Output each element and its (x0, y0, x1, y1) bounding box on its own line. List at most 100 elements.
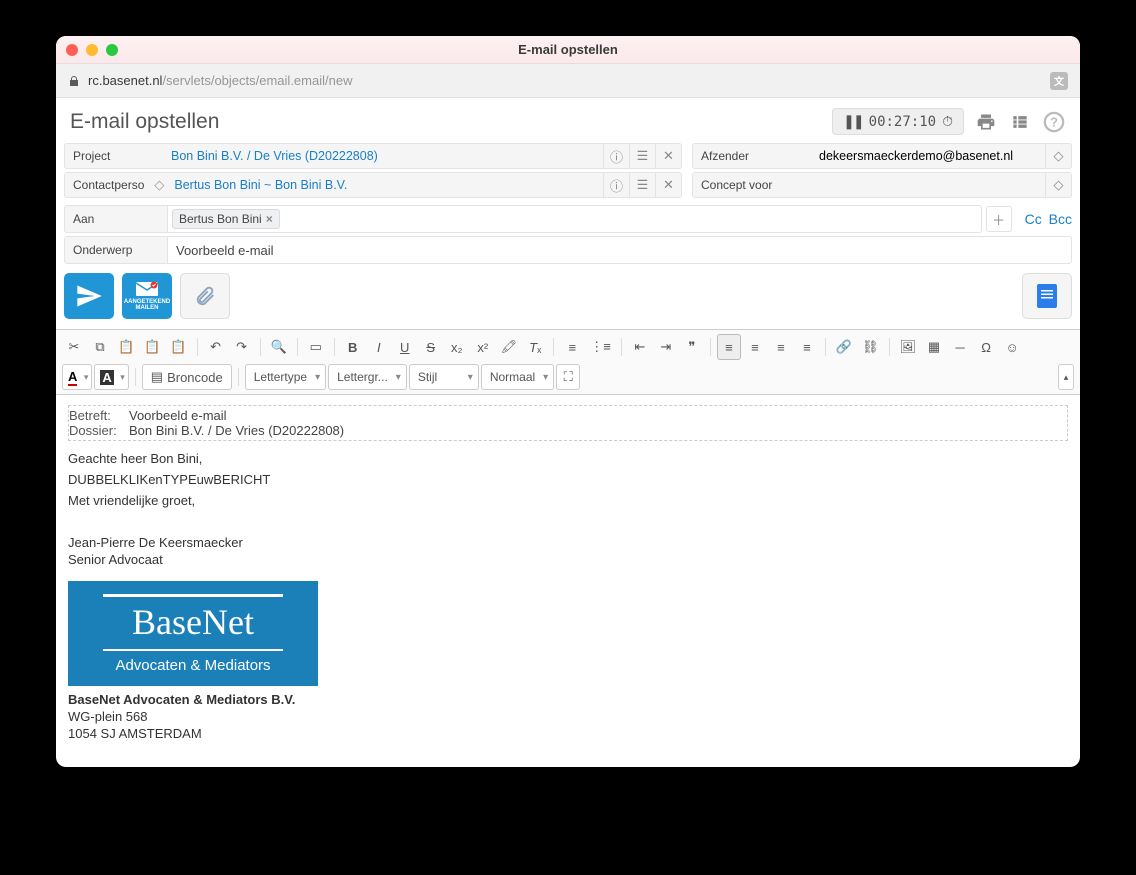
highlight-button[interactable]: 🖍 (497, 334, 522, 360)
project-clear-icon[interactable]: ✕ (655, 144, 681, 168)
from-label: Afzender (693, 149, 813, 163)
help-button[interactable]: ? (1042, 110, 1066, 134)
to-row: Aan Bertus Bon Bini × ＋ Cc Bcc (56, 205, 1080, 233)
app-window: E-mail opstellen rc.basenet.nl/servlets/… (56, 36, 1080, 767)
cut-button[interactable]: ✂ (62, 334, 86, 360)
bcc-link[interactable]: Bcc (1049, 211, 1072, 227)
cc-link[interactable]: Cc (1025, 211, 1042, 227)
source-button[interactable]: ▤ Broncode (142, 364, 232, 390)
contact-field: Contactperso ◇ Bertus Bon Bini ~ Bon Bin… (64, 172, 682, 198)
pause-icon: ❚❚ (843, 113, 862, 130)
styles-dropdown[interactable]: Stijl (409, 364, 479, 390)
draft-for-field: Concept voor ◇ (692, 172, 1072, 198)
lock-icon (68, 75, 80, 87)
align-center-button[interactable]: ≡ (743, 334, 767, 360)
draft-label: Concept voor (693, 178, 813, 192)
list-button[interactable] (1008, 110, 1032, 134)
collapse-toolbar-button[interactable]: ▴ (1058, 364, 1074, 390)
print-button[interactable] (974, 110, 998, 134)
bg-color-button[interactable]: A (94, 364, 128, 390)
italic-button[interactable]: I (367, 334, 391, 360)
table-button[interactable]: ▦ (922, 334, 946, 360)
paste-text-button[interactable]: 📋 (140, 334, 164, 360)
paste-word-button[interactable]: 📋 (166, 334, 190, 360)
link-button[interactable]: 🔗 (832, 334, 856, 360)
to-label: Aan (64, 205, 168, 233)
template-button[interactable] (1022, 273, 1072, 319)
timer-widget[interactable]: ❚❚ 00:27:10 ⏱ (832, 108, 964, 135)
align-right-button[interactable]: ≡ (769, 334, 793, 360)
send-button[interactable] (64, 273, 114, 319)
body-meta-table: Betreft:Voorbeeld e-mail Dossier:Bon Bin… (68, 405, 1068, 441)
titlebar: E-mail opstellen (56, 36, 1080, 64)
numbered-list-button[interactable]: ≡ (560, 334, 584, 360)
registered-mail-button[interactable]: AANGETEKEND MAILEN (122, 273, 172, 319)
recipient-chip[interactable]: Bertus Bon Bini × (172, 209, 280, 229)
from-value[interactable]: dekeersmaeckerdemo@basenet.nl (813, 149, 1045, 163)
project-field: Project Bon Bini B.V. / De Vries (D20222… (64, 143, 682, 169)
translate-icon[interactable]: 文 (1050, 72, 1068, 90)
contact-menu-icon[interactable]: ☰ (629, 173, 655, 197)
attachment-button[interactable] (180, 273, 230, 319)
outdent-button[interactable]: ⇤ (628, 334, 652, 360)
action-buttons: AANGETEKEND MAILEN (56, 267, 1080, 329)
email-body-editor[interactable]: Betreft:Voorbeeld e-mail Dossier:Bon Bin… (56, 395, 1080, 767)
clear-format-button[interactable]: Tₓ (523, 334, 547, 360)
strike-button[interactable]: S (419, 334, 443, 360)
source-icon: ▤ (151, 369, 163, 385)
url-text[interactable]: rc.basenet.nl/servlets/objects/email.ema… (88, 73, 352, 88)
contact-type-dropdown[interactable]: ◇ (150, 177, 168, 193)
bullet-list-button[interactable]: ⋮≡ (586, 334, 615, 360)
font-family-dropdown[interactable]: Lettertype (245, 364, 326, 390)
copy-button[interactable]: ⧉ (88, 334, 112, 360)
project-info-icon[interactable]: ⓘ (603, 144, 629, 168)
paste-button[interactable]: 📋 (114, 334, 138, 360)
align-left-button[interactable]: ≡ (717, 334, 741, 360)
undo-button[interactable]: ↶ (204, 334, 228, 360)
editor-toolbar: ✂ ⧉ 📋 📋 📋 ↶ ↷ 🔍 ▭ B I U S x₂ x² 🖍 Tₓ ≡ ⋮… (56, 329, 1080, 395)
metadata-form: Project Bon Bini B.V. / De Vries (D20222… (56, 143, 1080, 205)
hr-button[interactable]: ─ (948, 334, 972, 360)
to-input[interactable]: Bertus Bon Bini × (168, 205, 982, 233)
page-title: E-mail opstellen (70, 110, 219, 134)
format-dropdown[interactable]: Normaal (481, 364, 554, 390)
draft-dropdown-icon[interactable]: ◇ (1045, 173, 1071, 197)
subject-label: Onderwerp (64, 236, 168, 264)
project-label: Project (65, 149, 165, 163)
page-header: E-mail opstellen ❚❚ 00:27:10 ⏱ ? (56, 98, 1080, 143)
underline-button[interactable]: U (393, 334, 417, 360)
contact-value[interactable]: Bertus Bon Bini ~ Bon Bini B.V. (168, 178, 603, 192)
font-size-dropdown[interactable]: Lettergr... (328, 364, 407, 390)
find-button[interactable]: 🔍 (267, 334, 291, 360)
bold-button[interactable]: B (341, 334, 365, 360)
remove-recipient-icon[interactable]: × (266, 212, 273, 226)
stopwatch-icon: ⏱ (942, 114, 953, 130)
contact-clear-icon[interactable]: ✕ (655, 173, 681, 197)
superscript-button[interactable]: x² (471, 334, 495, 360)
select-all-button[interactable]: ▭ (304, 334, 328, 360)
contact-info-icon[interactable]: ⓘ (603, 173, 629, 197)
from-dropdown-icon[interactable]: ◇ (1045, 144, 1071, 168)
svg-text:?: ? (1050, 114, 1058, 129)
indent-button[interactable]: ⇥ (654, 334, 678, 360)
blockquote-button[interactable]: ❞ (680, 334, 704, 360)
from-field: Afzender dekeersmaeckerdemo@basenet.nl ◇ (692, 143, 1072, 169)
subject-input[interactable] (168, 236, 1072, 264)
subscript-button[interactable]: x₂ (445, 334, 469, 360)
add-recipient-button[interactable]: ＋ (986, 206, 1012, 232)
project-menu-icon[interactable]: ☰ (629, 144, 655, 168)
unlink-button[interactable]: ⛓ (858, 334, 883, 360)
special-char-button[interactable]: Ω (974, 334, 998, 360)
cc-bcc-links: Cc Bcc (1022, 211, 1072, 227)
subject-row: Onderwerp (56, 236, 1080, 264)
image-button[interactable]: 🖼 (896, 334, 921, 360)
align-justify-button[interactable]: ≡ (795, 334, 819, 360)
body-text: Geachte heer Bon Bini, DUBBELKLIKenTYPEu… (68, 451, 1068, 741)
window-title: E-mail opstellen (56, 42, 1080, 57)
emoji-button[interactable]: ☺ (1000, 334, 1024, 360)
address-bar: rc.basenet.nl/servlets/objects/email.ema… (56, 64, 1080, 98)
fullscreen-button[interactable]: ⛶ (556, 364, 580, 390)
redo-button[interactable]: ↷ (230, 334, 254, 360)
project-value[interactable]: Bon Bini B.V. / De Vries (D20222808) (165, 149, 603, 163)
text-color-button[interactable]: A (62, 364, 92, 390)
